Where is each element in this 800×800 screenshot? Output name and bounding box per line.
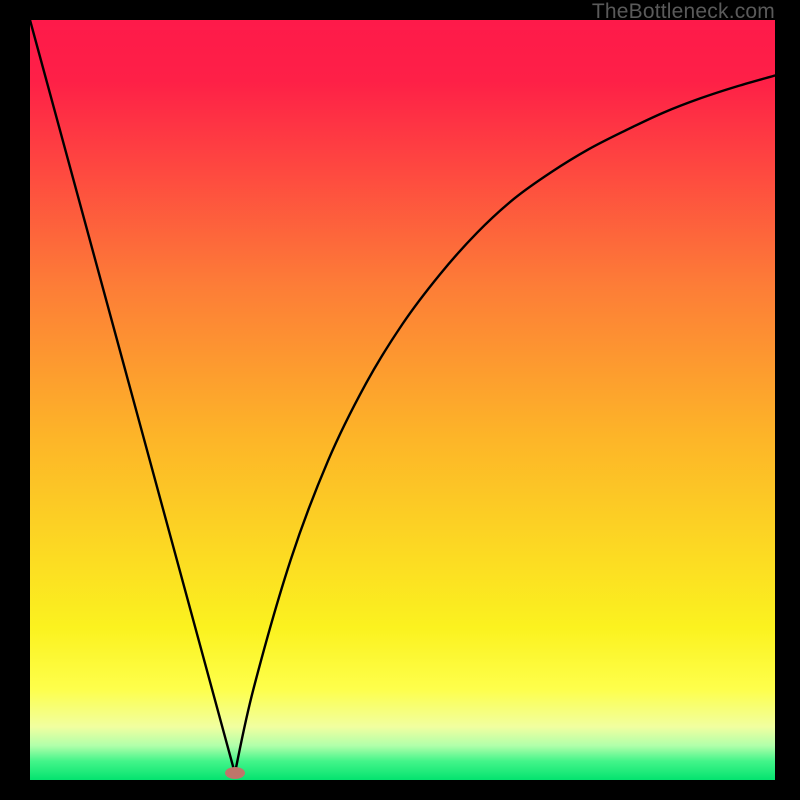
watermark-text: TheBottleneck.com [592, 0, 775, 24]
plot-area [30, 20, 775, 780]
optimum-marker [225, 767, 245, 779]
bottleneck-curve [30, 20, 775, 780]
chart-frame: TheBottleneck.com [0, 0, 800, 800]
